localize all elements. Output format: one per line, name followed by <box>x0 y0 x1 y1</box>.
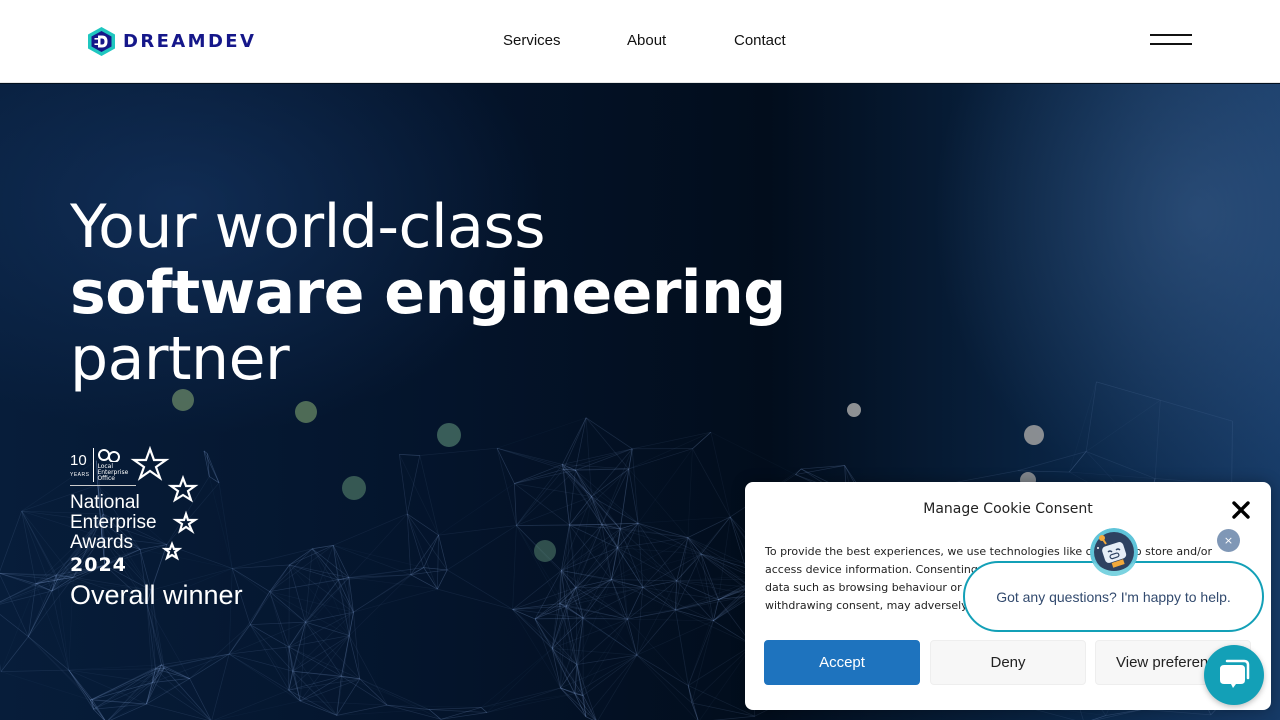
chat-icon <box>1220 659 1250 688</box>
bokeh-dot <box>295 401 317 423</box>
chat-greeting-text: Got any questions? I'm happy to help. <box>996 588 1231 605</box>
award-stars-icon <box>130 445 199 561</box>
chat-dismiss-button[interactable]: × <box>1217 529 1240 552</box>
site-header: DREAMDEV Services About Contact <box>0 0 1280 83</box>
nav-services[interactable]: Services <box>503 32 561 49</box>
bokeh-dot <box>342 476 366 500</box>
years-label: YEARS <box>70 472 90 478</box>
bokeh-dot <box>437 423 461 447</box>
nav-contact[interactable]: Contact <box>734 32 786 49</box>
bokeh-dot <box>847 403 861 417</box>
ten-years-number: 10 <box>70 452 87 469</box>
accept-button[interactable]: Accept <box>764 640 920 685</box>
star-icon <box>172 510 199 534</box>
cookie-title: Manage Cookie Consent <box>923 501 1093 517</box>
star-icon <box>167 474 199 503</box>
hamburger-menu-icon[interactable] <box>1150 34 1192 48</box>
deny-button[interactable]: Deny <box>930 640 1086 685</box>
close-icon[interactable] <box>1231 500 1251 520</box>
award-divider <box>70 485 136 486</box>
hero-title: Your world-class software engineering pa… <box>70 194 786 392</box>
award-result: Overall winner <box>70 580 243 610</box>
hero-title-line3: partner <box>70 324 290 394</box>
star-icon <box>130 445 170 481</box>
robot-icon <box>1090 528 1138 576</box>
chatbot-avatar <box>1090 528 1138 576</box>
bokeh-dot <box>534 540 556 562</box>
chat-launcher-button[interactable] <box>1204 645 1264 705</box>
hero-title-line2: software engineering <box>70 258 786 328</box>
leo-line3: Office <box>97 475 115 482</box>
hero-title-line1: Your world-class <box>70 192 545 262</box>
leo-infinity-icon <box>98 449 121 462</box>
star-icon <box>161 541 183 561</box>
bokeh-dot <box>1024 425 1044 445</box>
nav-about[interactable]: About <box>627 32 666 49</box>
main-nav: Services About Contact <box>0 32 1280 52</box>
